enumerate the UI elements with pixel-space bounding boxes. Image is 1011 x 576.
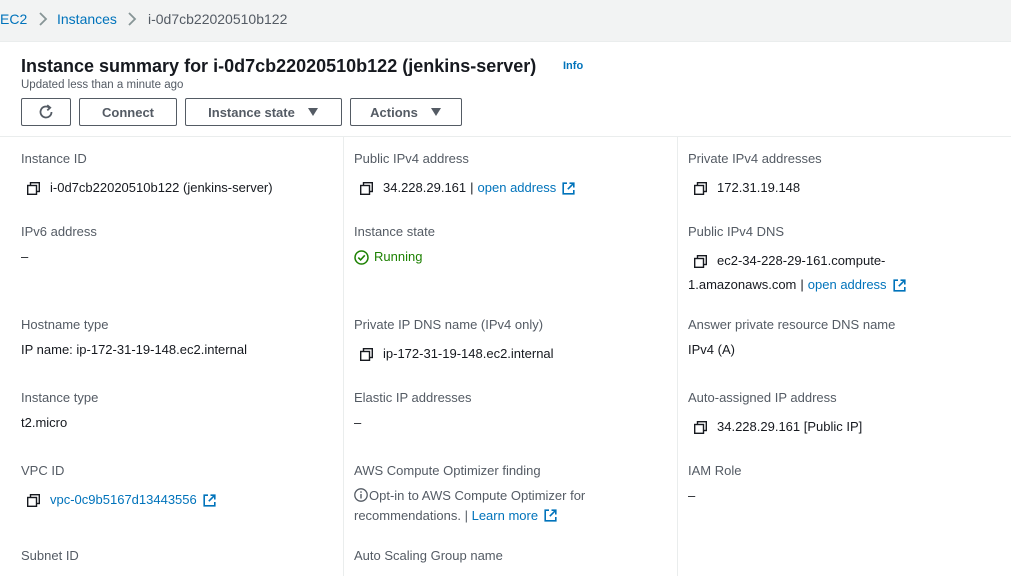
breadcrumb-instances[interactable]: Instances bbox=[57, 10, 117, 28]
public-ipv4-value: 34.228.29.161 | open address bbox=[360, 179, 575, 197]
copy-icon[interactable] bbox=[360, 182, 373, 195]
open-address-link[interactable]: open address bbox=[808, 276, 887, 294]
learn-more-link[interactable]: Learn more bbox=[472, 508, 538, 523]
private-dns-value: ip-172-31-19-148.ec2.internal bbox=[360, 345, 554, 363]
column-divider bbox=[677, 137, 678, 576]
separator: | bbox=[470, 180, 474, 195]
copy-icon[interactable] bbox=[694, 255, 707, 268]
info-link[interactable]: Info bbox=[563, 60, 583, 72]
caret-down-icon bbox=[430, 108, 441, 116]
subnet-id-label: Subnet ID bbox=[21, 548, 79, 563]
instance-state-value: Running bbox=[354, 248, 422, 266]
open-address-link[interactable]: open address bbox=[478, 179, 557, 197]
chevron-right-icon bbox=[39, 12, 48, 26]
private-ipv4-label: Private IPv4 addresses bbox=[688, 151, 822, 166]
elastic-ip-value: – bbox=[354, 415, 362, 430]
info-icon bbox=[354, 488, 368, 502]
auto-ip-text: 34.228.29.161 [Public IP] bbox=[717, 419, 863, 434]
breadcrumb-ec2[interactable]: EC2 bbox=[0, 10, 27, 28]
public-dns-text: ec2-34-228-29-161.compute- bbox=[717, 253, 886, 268]
breadcrumb-current: i-0d7cb22020510b122 bbox=[148, 11, 288, 27]
hostname-type-value: IP name: ip-172-31-19-148.ec2.internal bbox=[21, 342, 247, 357]
asg-label: Auto Scaling Group name bbox=[354, 548, 503, 563]
external-link-icon bbox=[562, 182, 575, 195]
public-ipv4-text: 34.228.29.161 bbox=[383, 180, 467, 195]
vpc-id-label: VPC ID bbox=[21, 463, 65, 478]
copy-icon[interactable] bbox=[27, 182, 40, 195]
refresh-button[interactable] bbox=[21, 98, 71, 126]
instance-state-label: Instance state bbox=[354, 224, 435, 239]
iam-role-label: IAM Role bbox=[688, 463, 742, 478]
separator: | bbox=[464, 508, 468, 523]
caret-down-icon bbox=[307, 108, 318, 116]
page-title: Instance summary for i-0d7cb22020510b122… bbox=[21, 56, 537, 76]
private-ipv4-text: 172.31.19.148 bbox=[717, 180, 801, 195]
optimizer-label: AWS Compute Optimizer finding bbox=[354, 463, 541, 478]
public-dns-value-line2: 1.amazonaws.com | open address bbox=[688, 276, 906, 294]
public-dns-text-cont: 1.amazonaws.com bbox=[688, 277, 797, 292]
refresh-icon bbox=[39, 104, 53, 119]
actions-label: Actions bbox=[370, 104, 418, 120]
copy-icon[interactable] bbox=[360, 348, 373, 361]
instance-state-button[interactable]: Instance state bbox=[185, 98, 342, 126]
instance-type-label: Instance type bbox=[21, 390, 99, 405]
public-ipv4-label: Public IPv4 address bbox=[354, 151, 469, 166]
private-dns-text: ip-172-31-19-148.ec2.internal bbox=[383, 346, 554, 361]
external-link-icon bbox=[544, 509, 557, 522]
actions-button[interactable]: Actions bbox=[350, 98, 462, 126]
public-dns-value-line1: ec2-34-228-29-161.compute- bbox=[694, 252, 885, 270]
ipv6-label: IPv6 address bbox=[21, 224, 97, 239]
status-text: Running bbox=[374, 249, 423, 264]
public-dns-label: Public IPv4 DNS bbox=[688, 224, 785, 239]
copy-icon[interactable] bbox=[694, 182, 707, 195]
breadcrumb: EC2 Instances i-0d7cb22020510b122 bbox=[0, 0, 1011, 42]
vpc-id-value: vpc-0c9b5167d13443556 bbox=[27, 491, 216, 509]
iam-role-value: – bbox=[688, 488, 696, 503]
instance-type-value: t2.micro bbox=[21, 415, 68, 430]
elastic-ip-label: Elastic IP addresses bbox=[354, 390, 472, 405]
optimizer-value: Opt-in to AWS Compute Optimizer for reco… bbox=[354, 486, 654, 526]
connect-button[interactable]: Connect bbox=[79, 98, 177, 126]
copy-icon[interactable] bbox=[694, 421, 707, 434]
private-ipv4-value: 172.31.19.148 bbox=[694, 179, 800, 197]
answer-dns-value: IPv4 (A) bbox=[688, 342, 735, 357]
auto-ip-label: Auto-assigned IP address bbox=[688, 390, 837, 405]
answer-dns-label: Answer private resource DNS name bbox=[688, 317, 896, 332]
external-link-icon bbox=[203, 494, 216, 507]
column-divider bbox=[343, 137, 344, 576]
chevron-right-icon bbox=[128, 12, 137, 26]
connect-label: Connect bbox=[102, 104, 154, 120]
separator: | bbox=[800, 277, 804, 292]
copy-icon[interactable] bbox=[27, 494, 40, 507]
instance-summary-header: Instance summary for i-0d7cb22020510b122… bbox=[0, 42, 1011, 137]
private-dns-label: Private IP DNS name (IPv4 only) bbox=[354, 317, 544, 332]
instance-id-value: i-0d7cb22020510b122 (jenkins-server) bbox=[27, 179, 273, 197]
auto-ip-value: 34.228.29.161 [Public IP] bbox=[694, 418, 862, 436]
instance-id-text: i-0d7cb22020510b122 (jenkins-server) bbox=[50, 180, 273, 195]
external-link-icon bbox=[893, 279, 906, 292]
instance-id-label: Instance ID bbox=[21, 151, 87, 166]
status-success-icon bbox=[354, 249, 369, 265]
vpc-id-link[interactable]: vpc-0c9b5167d13443556 bbox=[50, 491, 197, 509]
hostname-type-label: Hostname type bbox=[21, 317, 109, 332]
updated-text: Updated less than a minute ago bbox=[21, 79, 184, 91]
ipv6-value: – bbox=[21, 249, 29, 264]
instance-state-label: Instance state bbox=[208, 104, 295, 120]
